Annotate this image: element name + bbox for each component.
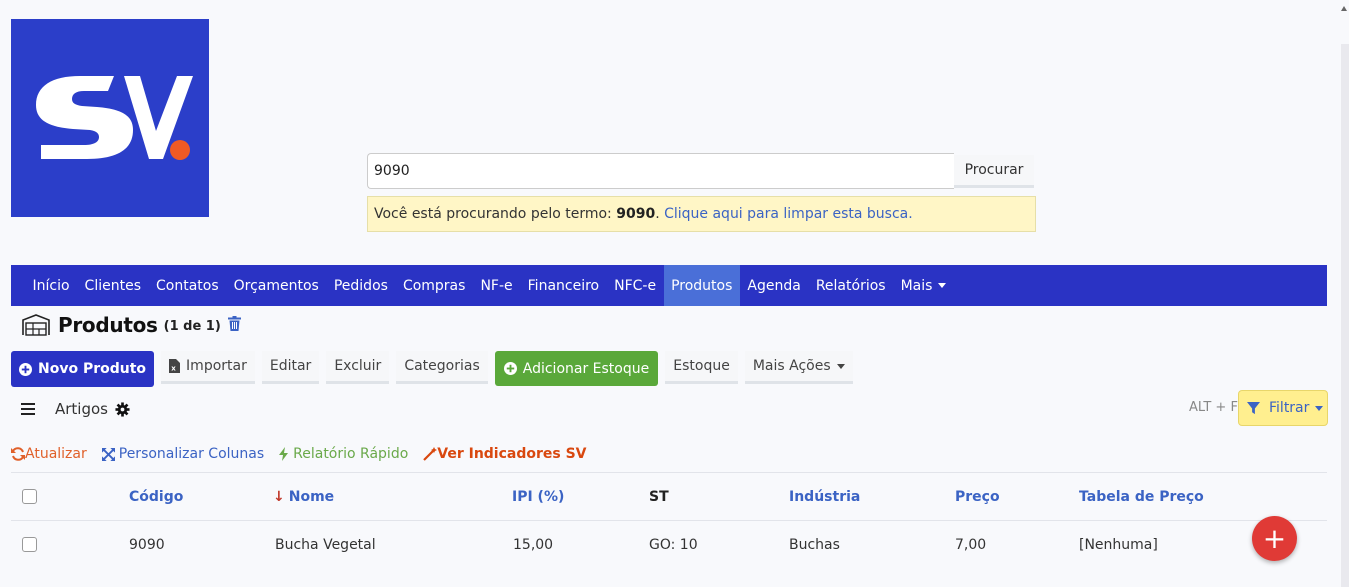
nav-item-financeiro[interactable]: Financeiro	[520, 265, 606, 306]
nav-item-nfe[interactable]: NF-e	[473, 265, 520, 306]
column-header-st: ST	[649, 488, 669, 505]
nav-item-contatos[interactable]: Contatos	[148, 265, 226, 306]
main-navbar: Início Clientes Contatos Orçamentos Pedi…	[11, 265, 1327, 306]
caret-down-icon	[1315, 405, 1324, 411]
column-header-nome[interactable]: ↓ Nome	[273, 473, 334, 520]
plus-circle-icon	[19, 362, 32, 376]
row-checkbox[interactable]	[22, 537, 37, 552]
nav-item-orcamentos[interactable]: Orçamentos	[226, 265, 326, 306]
nav-item-compras[interactable]: Compras	[395, 265, 473, 306]
nav-item-inicio[interactable]: Início	[25, 265, 77, 306]
categories-button[interactable]: Categorias	[396, 351, 488, 384]
column-header-ipi[interactable]: IPI (%)	[512, 473, 564, 520]
import-label: Importar	[186, 358, 247, 374]
nav-item-relatorios[interactable]: Relatórios	[808, 265, 893, 306]
search-alert-term: 9090	[616, 206, 656, 222]
cell-preco: 7,00	[955, 536, 987, 553]
edit-button[interactable]: Editar	[261, 351, 320, 384]
sv-logo-icon	[36, 76, 193, 160]
table-header-row: Código ↓ Nome IPI (%) ST Indústria Preço …	[11, 473, 1327, 520]
warehouse-icon	[22, 314, 50, 336]
quick-report-label: Relatório Rápido	[293, 446, 409, 462]
excel-file-icon: x	[169, 359, 181, 373]
cell-ipi: 15,00	[513, 536, 554, 553]
column-header-industria[interactable]: Indústria	[789, 473, 860, 520]
search-input[interactable]	[367, 153, 954, 189]
nav-item-produtos[interactable]: Produtos	[663, 265, 740, 306]
quick-report-link[interactable]: Relatório Rápido	[279, 446, 408, 462]
clear-search-link[interactable]: Clique aqui para limpar esta busca.	[664, 206, 913, 222]
search-alert-separator: .	[655, 206, 665, 222]
cell-tabela: [Nenhuma]	[1079, 536, 1158, 553]
magic-wand-icon	[423, 447, 438, 461]
refresh-icon	[11, 447, 25, 461]
actions-toolbar: Novo Produto x Importar Editar Excluir C…	[11, 351, 860, 387]
nav-item-clientes[interactable]: Clientes	[77, 265, 148, 306]
nav-item-pedidos[interactable]: Pedidos	[326, 265, 395, 306]
column-header-nome-label: Nome	[288, 488, 335, 505]
column-header-preco[interactable]: Preço	[955, 473, 1000, 520]
hamburger-menu-icon[interactable]	[21, 403, 35, 415]
more-actions-label: Mais Ações	[752, 358, 831, 374]
refresh-label: Atualizar	[25, 446, 87, 462]
table-row[interactable]: 9090 Bucha Vegetal 15,00 GO: 10 Buchas 7…	[11, 521, 1327, 568]
quick-links: Atualizar Personalizar Colunas Relatório…	[11, 444, 602, 464]
search-alert-prefix: Você está procurando pelo termo:	[374, 206, 617, 222]
vertical-scrollbar[interactable]	[1341, 44, 1349, 587]
filter-shortcut-hint: ALT + F	[1189, 400, 1238, 415]
cell-nome: Bucha Vegetal	[275, 536, 376, 553]
new-product-label: Novo Produto	[38, 361, 147, 377]
page-heading: Produtos (1 de 1)	[22, 312, 241, 338]
nav-item-mais[interactable]: Mais	[893, 265, 954, 306]
sv-indicators-label: Ver Indicadores SV	[437, 446, 587, 462]
sv-indicators-link[interactable]: Ver Indicadores SV	[423, 446, 587, 462]
trash-icon[interactable]	[227, 315, 241, 335]
search-button[interactable]: Procurar	[954, 155, 1034, 188]
customize-columns-label: Personalizar Colunas	[118, 446, 265, 462]
sort-down-arrow-icon: ↓	[273, 488, 285, 505]
view-selector: Artigos	[21, 398, 130, 420]
funnel-icon	[1247, 401, 1260, 414]
nav-item-nfce[interactable]: NFC-e	[607, 265, 664, 306]
caret-down-icon	[836, 363, 845, 369]
plus-circle-icon	[503, 362, 517, 375]
stock-button[interactable]: Estoque	[665, 351, 738, 384]
gear-icon[interactable]	[115, 401, 130, 417]
customize-columns-link[interactable]: Personalizar Colunas	[101, 446, 265, 462]
refresh-link[interactable]: Atualizar	[11, 446, 87, 462]
search-alert: Você está procurando pelo termo: 9090. C…	[367, 196, 1036, 232]
products-table: Código ↓ Nome IPI (%) ST Indústria Preço …	[11, 472, 1327, 568]
nav-item-mais-label: Mais	[900, 277, 933, 294]
record-count: (1 de 1)	[163, 319, 221, 334]
lightning-bolt-icon	[279, 447, 289, 461]
new-product-button[interactable]: Novo Produto	[11, 351, 155, 387]
expand-icon	[101, 447, 115, 461]
column-header-tabela[interactable]: Tabela de Preço	[1079, 473, 1204, 520]
cell-industria: Buchas	[789, 536, 840, 553]
more-actions-button[interactable]: Mais Ações	[744, 351, 853, 384]
add-stock-label: Adicionar Estoque	[522, 360, 650, 377]
column-header-codigo[interactable]: Código	[129, 473, 183, 520]
cell-codigo: 9090	[129, 536, 165, 553]
add-stock-button[interactable]: Adicionar Estoque	[494, 351, 659, 386]
svg-text:x: x	[171, 365, 176, 373]
scroll-up-arrow-icon[interactable]	[1341, 6, 1347, 11]
filter-label: Filtrar	[1269, 400, 1310, 416]
filter-button[interactable]: Filtrar	[1238, 390, 1328, 426]
floating-add-button[interactable]: +	[1252, 516, 1297, 561]
company-logo	[11, 19, 209, 217]
page-title: Produtos	[58, 313, 158, 337]
caret-down-icon	[938, 283, 947, 288]
view-label: Artigos	[55, 400, 108, 418]
select-all-checkbox[interactable]	[22, 489, 37, 504]
delete-button[interactable]: Excluir	[326, 351, 390, 384]
cell-st: GO: 10	[649, 536, 698, 553]
nav-item-agenda[interactable]: Agenda	[740, 265, 808, 306]
import-button[interactable]: x Importar	[161, 351, 255, 384]
